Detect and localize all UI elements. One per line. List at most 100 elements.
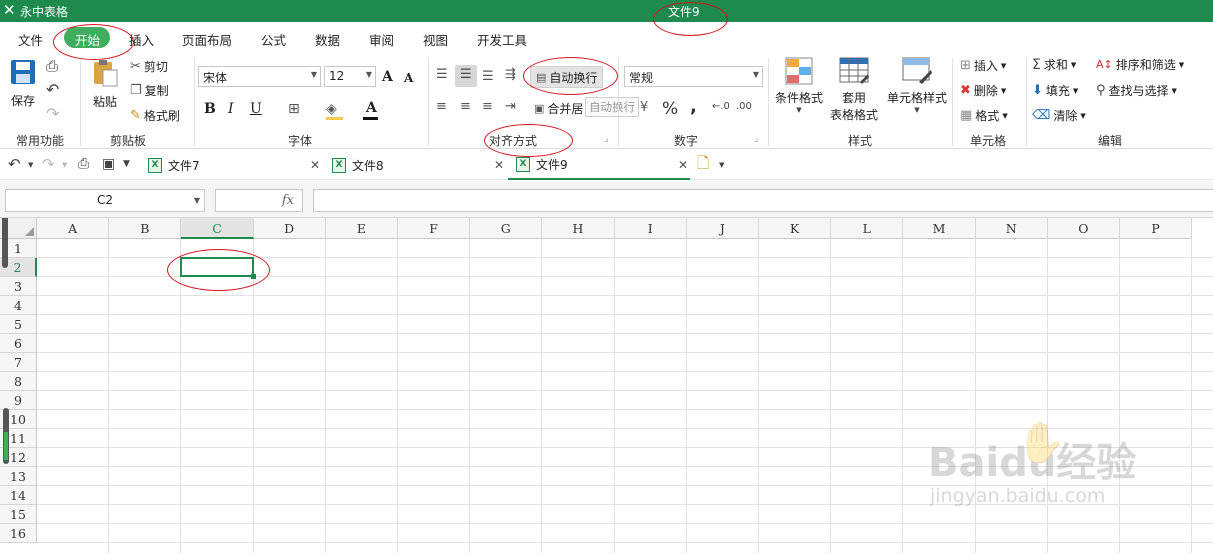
fill-button[interactable]: ⬇ 填充 ▼	[1032, 82, 1078, 99]
align-top-icon[interactable]: ☰	[436, 68, 448, 81]
undo-icon[interactable]: ↶	[46, 82, 59, 98]
row-header-14[interactable]: 14	[0, 486, 37, 505]
selected-cell-c2[interactable]	[180, 257, 254, 277]
formula-input[interactable]	[313, 189, 1213, 212]
decrease-decimal-icon[interactable]: .00	[736, 102, 752, 112]
menu-view[interactable]: 视图	[423, 30, 448, 49]
conditional-format-button[interactable]: 条件格式 ▼	[773, 56, 825, 114]
cut-button[interactable]: ✂ 剪切	[130, 58, 168, 75]
align-center-icon[interactable]: ≡	[460, 100, 471, 113]
doc-tab-3-active[interactable]: X 文件9 ✕	[508, 150, 690, 180]
row-header-6[interactable]: 6	[0, 334, 37, 353]
row-header-4[interactable]: 4	[0, 296, 37, 315]
menu-insert[interactable]: 插入	[129, 30, 154, 49]
copy-button[interactable]: ❐ 复制	[130, 82, 169, 99]
column-header-n[interactable]: N	[975, 218, 1048, 239]
menu-review[interactable]: 审阅	[369, 30, 394, 49]
new-document-icon[interactable]: 🗋	[697, 156, 709, 171]
column-header-d[interactable]: D	[253, 218, 326, 239]
shrink-font-button[interactable]: A	[404, 71, 413, 85]
orientation-icon[interactable]: ⇶	[505, 68, 516, 81]
column-header-h[interactable]: H	[542, 218, 615, 239]
row-header-16[interactable]: 16	[0, 524, 37, 543]
column-header-o[interactable]: O	[1047, 218, 1120, 239]
row-header-15[interactable]: 15	[0, 505, 37, 524]
close-tab-icon[interactable]: ✕	[678, 158, 688, 172]
number-dialog-launcher[interactable]: ⌟	[754, 134, 758, 144]
column-header-b[interactable]: B	[109, 218, 182, 239]
chevron-down-icon[interactable]: ▼	[28, 161, 33, 169]
menu-file[interactable]: 文件	[18, 30, 43, 49]
align-bottom-icon[interactable]: ☰	[482, 70, 494, 83]
chevron-down-icon[interactable]: ▼	[719, 161, 724, 169]
column-header-g[interactable]: G	[470, 218, 543, 239]
spreadsheet-grid[interactable]: ABCDEFGHIJKLMNOP 1 2 3 4 5 6 7 8 9 10 11 12 13 14 15 16…	[0, 218, 1213, 553]
underline-button[interactable]: U	[250, 101, 262, 117]
column-header-m[interactable]: M	[903, 218, 976, 239]
close-tab-icon[interactable]: ✕	[494, 158, 504, 172]
redo-icon[interactable]: ↷	[46, 106, 59, 122]
scroll-indicator-top[interactable]	[2, 218, 8, 268]
merge-center-button[interactable]: ▣ 合并居	[534, 100, 583, 117]
column-header-f[interactable]: F	[398, 218, 471, 239]
italic-button[interactable]: I	[228, 101, 234, 117]
menu-page-layout[interactable]: 页面布局	[182, 30, 232, 49]
fill-color-icon[interactable]: ◈	[326, 102, 337, 116]
percent-button[interactable]: %	[662, 99, 678, 119]
borders-icon[interactable]: ⊞	[288, 102, 300, 116]
column-header-l[interactable]: L	[831, 218, 904, 239]
column-header-c[interactable]: C	[181, 218, 254, 239]
cell-styles-button[interactable]: 单元格样式 ▼	[886, 56, 948, 114]
save-button[interactable]: 保存	[8, 58, 38, 110]
row-header-8[interactable]: 8	[0, 372, 37, 391]
comma-button[interactable]: ,	[690, 96, 697, 117]
insert-cells-button[interactable]: ⊞ 插入 ▼	[960, 57, 1006, 74]
format-cells-button[interactable]: ▦ 格式 ▼	[960, 107, 1008, 124]
format-as-table-button[interactable]: 套用 表格格式	[825, 56, 883, 123]
column-header-i[interactable]: I	[614, 218, 687, 239]
align-left-icon[interactable]: ≡	[436, 100, 447, 113]
undo-icon[interactable]: ↶	[8, 157, 21, 172]
doc-tab-1[interactable]: X 文件7 ✕	[140, 150, 324, 180]
save-icon[interactable]: ▣	[102, 157, 115, 171]
indent-icon[interactable]: ⇥	[505, 100, 516, 113]
currency-icon[interactable]: ¥	[640, 101, 648, 114]
menu-home[interactable]: 开始	[75, 30, 100, 49]
doc-tab-2[interactable]: X 文件8 ✕	[324, 150, 508, 180]
find-select-button[interactable]: ⚲ 查找与选择 ▼	[1096, 82, 1177, 99]
column-header-p[interactable]: P	[1120, 218, 1193, 239]
font-name-select[interactable]: 宋体 ▼	[198, 66, 321, 87]
align-right-icon[interactable]: ≡	[482, 100, 493, 113]
format-painter-button[interactable]: ✎ 格式刷	[130, 107, 180, 124]
column-header-a[interactable]: A	[37, 218, 110, 239]
column-header-k[interactable]: K	[759, 218, 832, 239]
fill-handle[interactable]	[250, 274, 256, 279]
redo-icon[interactable]: ↷	[42, 157, 55, 172]
increase-decimal-icon[interactable]: ←.0	[712, 102, 730, 112]
alignment-dialog-launcher[interactable]: ⌟	[604, 134, 608, 144]
paste-button[interactable]: 粘贴	[88, 58, 122, 122]
clear-button[interactable]: ⌫ 清除 ▼	[1032, 107, 1086, 124]
number-format-select[interactable]: 常规 ▼	[624, 66, 763, 87]
close-tab-icon[interactable]: ✕	[310, 158, 320, 172]
grow-font-button[interactable]: A	[382, 69, 393, 85]
font-color-button[interactable]: A	[366, 100, 377, 116]
row-header-13[interactable]: 13	[0, 467, 37, 486]
function-button[interactable]: fx	[215, 189, 303, 212]
menu-formulas[interactable]: 公式	[261, 30, 286, 49]
chevron-down-icon[interactable]: ▼	[62, 161, 67, 169]
print-preview-icon[interactable]: ⎙	[46, 59, 58, 74]
bold-button[interactable]: B	[204, 101, 216, 117]
align-middle-icon[interactable]: ☰	[460, 68, 472, 81]
wrap-text-button[interactable]: ▤ 自动换行	[530, 66, 604, 88]
row-header-3[interactable]: 3	[0, 277, 37, 296]
delete-cells-button[interactable]: ✖ 删除 ▼	[960, 82, 1006, 99]
autosum-button[interactable]: Σ 求和 ▼	[1032, 56, 1076, 73]
column-header-j[interactable]: J	[686, 218, 759, 239]
font-size-select[interactable]: 12 ▼	[324, 66, 376, 87]
menu-data[interactable]: 数据	[315, 30, 340, 49]
row-header-7[interactable]: 7	[0, 353, 37, 372]
menu-developer[interactable]: 开发工具	[477, 30, 527, 49]
column-header-e[interactable]: E	[325, 218, 398, 239]
sort-filter-button[interactable]: A↕ 排序和筛选 ▼	[1096, 56, 1184, 73]
